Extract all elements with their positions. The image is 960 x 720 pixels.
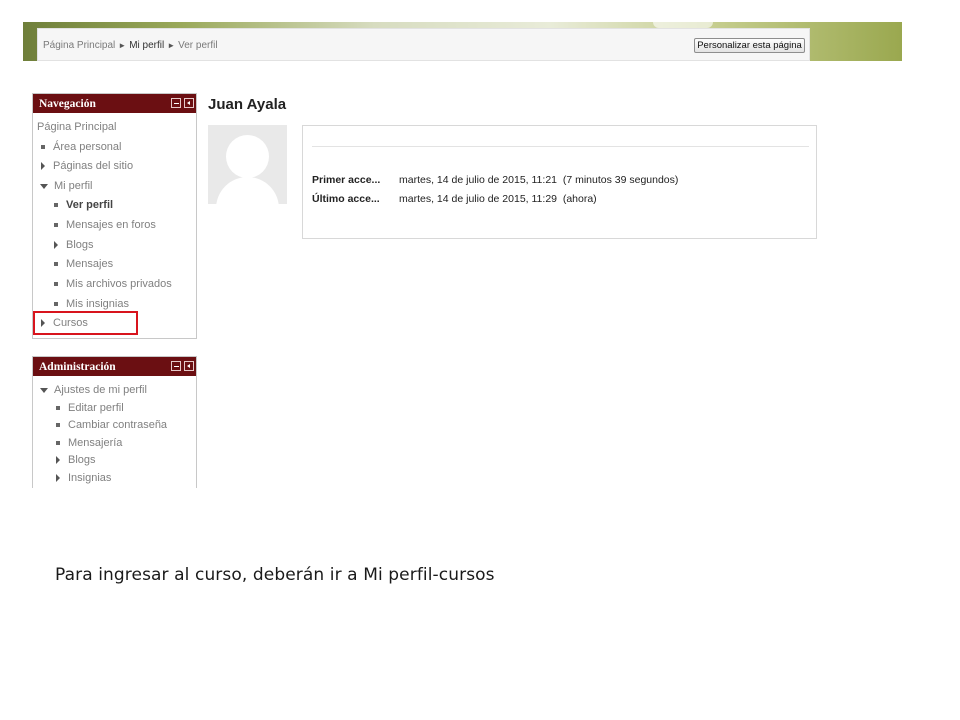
administration-block: Administración Ajustes de mi perfil Edit… — [32, 356, 197, 488]
nav-item-label: Ver perfil — [66, 199, 114, 211]
admin-item-label: Ajustes de mi perfil — [54, 384, 147, 396]
navigation-block-header: Navegación — [33, 94, 196, 113]
nav-item-label: Blogs — [66, 239, 94, 251]
nav-item-blogs[interactable]: Blogs — [54, 239, 94, 251]
expand-arrow-icon — [54, 241, 58, 249]
bullet-icon — [54, 302, 58, 306]
bullet-icon — [41, 145, 45, 149]
expand-arrow-icon — [41, 162, 45, 170]
customize-page-button[interactable]: Personalizar esta página — [694, 38, 805, 53]
collapse-arrow-icon — [40, 387, 48, 393]
breadcrumb-current: Ver perfil — [178, 40, 218, 51]
navigation-block: Navegación Página Principal Área persona… — [32, 93, 197, 339]
nav-item-label: Mensajes — [66, 258, 114, 270]
nav-item-label: Mis archivos privados — [66, 278, 172, 290]
admin-item-label: Cambiar contraseña — [68, 419, 168, 431]
nav-item-label: Mensajes en foros — [66, 219, 156, 231]
minimize-icon[interactable] — [171, 98, 181, 108]
dock-icon[interactable] — [184, 361, 194, 371]
bullet-icon — [54, 262, 58, 266]
bullet-icon — [54, 282, 58, 286]
admin-item-label: Editar perfil — [68, 402, 124, 414]
row-value: martes, 14 de julio de 2015, 11:29 (ahor… — [399, 193, 597, 205]
admin-item-editar-perfil[interactable]: Editar perfil — [56, 402, 124, 414]
nav-item-mis-insignias[interactable]: Mis insignias — [54, 298, 129, 310]
bullet-icon — [56, 406, 60, 410]
divider — [312, 146, 809, 147]
nav-item-label: Área personal — [53, 141, 122, 153]
nav-item-area-personal[interactable]: Área personal — [41, 141, 122, 153]
admin-item-label: Insignias — [68, 472, 112, 484]
expand-arrow-icon — [56, 474, 60, 482]
bullet-icon — [56, 423, 60, 427]
dock-icon[interactable] — [184, 98, 194, 108]
row-value: martes, 14 de julio de 2015, 11:21 (7 mi… — [399, 174, 679, 186]
breadcrumb-mi-perfil[interactable]: Mi perfil — [129, 40, 164, 51]
bullet-icon — [54, 203, 58, 207]
admin-item-label: Mensajería — [68, 437, 123, 449]
collapse-arrow-icon — [40, 183, 48, 189]
admin-item-insignias[interactable]: Insignias — [56, 472, 111, 484]
row-label: Último acce... — [312, 193, 380, 205]
nav-item-mi-perfil[interactable]: Mi perfil — [40, 180, 93, 192]
profile-row-last-access: Último acce... martes, 14 de julio de 201… — [312, 193, 597, 205]
breadcrumb: Página Principal ► Mi perfil ► Ver perfil — [43, 40, 218, 51]
nav-item-label: Páginas del sitio — [53, 160, 134, 172]
administration-block-header: Administración — [33, 357, 196, 376]
nav-item-mensajes[interactable]: Mensajes — [54, 258, 113, 270]
admin-item-blogs[interactable]: Blogs — [56, 454, 96, 466]
nav-item-label: Mi perfil — [54, 180, 93, 192]
breadcrumb-separator: ► — [118, 41, 127, 50]
bullet-icon — [54, 223, 58, 227]
row-label: Primer acce... — [312, 174, 381, 186]
profile-name: Juan Ayala — [208, 96, 287, 113]
navigation-title: Navegación — [39, 97, 96, 110]
nav-item-mensajes-en-foros[interactable]: Mensajes en foros — [54, 219, 156, 231]
nav-item-label: Mis insignias — [66, 298, 129, 310]
breadcrumb-home[interactable]: Página Principal — [43, 40, 115, 51]
expand-arrow-icon — [56, 456, 60, 464]
nav-item-label: Página Principal — [37, 121, 117, 133]
cursos-highlight-box — [33, 311, 138, 335]
admin-item-cambiar-contrasena[interactable]: Cambiar contraseña — [56, 419, 167, 431]
admin-item-label: Blogs — [68, 454, 96, 466]
breadcrumb-separator: ► — [167, 41, 176, 50]
nav-item-mis-archivos-privados[interactable]: Mis archivos privados — [54, 278, 172, 290]
admin-item-ajustes-de-mi-perfil[interactable]: Ajustes de mi perfil — [40, 384, 147, 396]
administration-title: Administración — [39, 360, 116, 373]
nav-item-pagina-principal[interactable]: Página Principal — [37, 121, 117, 133]
admin-item-mensajeria[interactable]: Mensajería — [56, 437, 122, 449]
minimize-icon[interactable] — [171, 361, 181, 371]
profile-row-first-access: Primer acce... martes, 14 de julio de 201… — [312, 174, 678, 186]
slide-caption: Para ingresar al curso, deberán ir a Mi … — [55, 565, 495, 585]
bullet-icon — [56, 441, 60, 445]
nav-item-paginas-del-sitio[interactable]: Páginas del sitio — [41, 160, 133, 172]
default-avatar-icon — [208, 125, 287, 204]
profile-info-box: Primer acce... martes, 14 de julio de 201… — [302, 125, 817, 239]
nav-item-ver-perfil[interactable]: Ver perfil — [54, 199, 113, 211]
